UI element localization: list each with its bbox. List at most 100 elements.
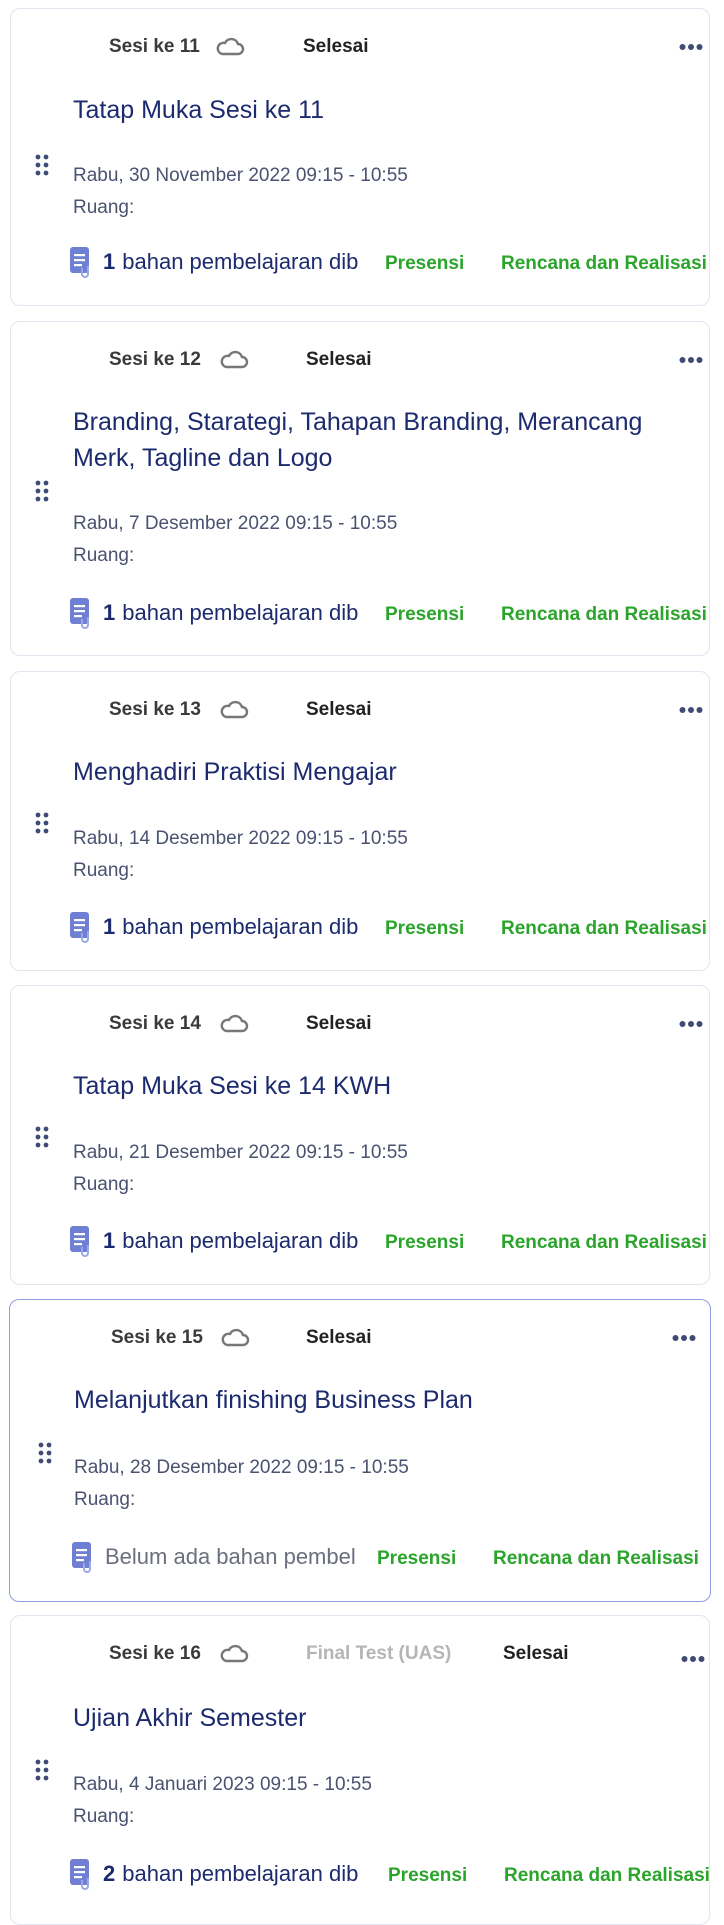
cloud-icon — [219, 700, 249, 720]
session-header: Sesi ke 13 Selesai — [109, 698, 709, 722]
cloud-icon — [220, 1328, 250, 1348]
material-count: 1 — [103, 249, 116, 274]
material-label: bahan pembelajaran dib — [122, 1228, 359, 1253]
material-label: Belum ada bahan pembel — [105, 1544, 356, 1569]
session-card[interactable]: Sesi ke 14 Selesai Tatap Muka Sesi ke 14… — [10, 985, 710, 1285]
material-text: 1 bahan pembelajaran dib — [103, 913, 358, 941]
session-room: Ruang: — [73, 860, 135, 881]
drag-handle-icon[interactable] — [35, 480, 49, 502]
status-label: Selesai — [303, 36, 369, 57]
session-date: Rabu, 30 November 2022 09:15 - 10:55 — [73, 165, 408, 186]
drag-handle-icon[interactable] — [38, 1442, 52, 1464]
document-attachment-icon — [69, 1225, 95, 1257]
session-number: Sesi ke 16 — [109, 1643, 201, 1664]
session-header: Sesi ke 12 Selesai — [109, 348, 709, 372]
session-title[interactable]: Tatap Muka Sesi ke 14 KWH — [73, 1068, 669, 1104]
cloud-icon — [219, 1014, 249, 1034]
material-count: 1 — [103, 1228, 116, 1253]
document-attachment-icon — [69, 911, 95, 943]
cloud-icon — [219, 1644, 249, 1664]
session-date: Rabu, 14 Desember 2022 09:15 - 10:55 — [73, 828, 408, 849]
session-header: Sesi ke 16 Final Test (UAS) Selesai — [109, 1642, 709, 1666]
session-title[interactable]: Tatap Muka Sesi ke 11 — [73, 92, 669, 128]
material-text: Belum ada bahan pembel — [105, 1543, 356, 1571]
material-summary[interactable]: 1 bahan pembelajaran dib — [69, 911, 379, 943]
session-card[interactable]: Sesi ke 15 Selesai Melanjutkan finishing… — [9, 1299, 711, 1602]
session-card[interactable]: Sesi ke 16 Final Test (UAS) Selesai Ujia… — [10, 1615, 710, 1925]
cloud-icon — [219, 350, 249, 370]
more-horizontal-icon[interactable] — [672, 1330, 696, 1341]
more-horizontal-icon[interactable] — [679, 39, 703, 50]
material-summary[interactable]: Belum ada bahan pembel — [71, 1541, 373, 1573]
material-summary[interactable]: 1 bahan pembelajaran dib — [69, 597, 379, 629]
session-type-tag: Final Test (UAS) — [306, 1643, 452, 1664]
material-text: 1 bahan pembelajaran dib — [103, 248, 358, 276]
session-header: Sesi ke 14 Selesai — [109, 1012, 709, 1036]
session-card[interactable]: Sesi ke 13 Selesai Menghadiri Praktisi M… — [10, 671, 710, 971]
material-count: 1 — [103, 914, 116, 939]
status-label: Selesai — [306, 699, 372, 720]
session-header: Sesi ke 15 Selesai — [111, 1326, 710, 1350]
session-number: Sesi ke 15 — [111, 1327, 203, 1348]
session-number: Sesi ke 14 — [109, 1013, 201, 1034]
session-card[interactable]: Sesi ke 12 Selesai Branding, Starategi, … — [10, 321, 710, 656]
rencana-realisasi-link[interactable]: Rencana dan Realisasi — [501, 603, 707, 627]
material-summary[interactable]: 1 bahan pembelajaran dib — [69, 246, 379, 278]
more-horizontal-icon[interactable] — [681, 1651, 705, 1662]
presensi-link[interactable]: Presensi — [377, 1547, 456, 1571]
status-label: Selesai — [306, 1013, 372, 1034]
rencana-realisasi-link[interactable]: Rencana dan Realisasi — [501, 252, 707, 276]
material-summary[interactable]: 2 bahan pembelajaran dib — [69, 1858, 382, 1890]
drag-handle-icon[interactable] — [35, 1759, 49, 1781]
rencana-realisasi-link[interactable]: Rencana dan Realisasi — [501, 917, 707, 941]
material-count: 1 — [103, 600, 116, 625]
status-label: Selesai — [306, 1327, 372, 1348]
drag-handle-icon[interactable] — [35, 812, 49, 834]
material-label: bahan pembelajaran dib — [122, 914, 359, 939]
session-title[interactable]: Branding, Starategi, Tahapan Branding, M… — [73, 404, 669, 476]
status-label: Selesai — [503, 1643, 569, 1664]
session-title[interactable]: Ujian Akhir Semester — [73, 1700, 669, 1736]
presensi-link[interactable]: Presensi — [385, 1231, 464, 1255]
session-number: Sesi ke 11 — [109, 36, 200, 57]
session-title[interactable]: Melanjutkan finishing Business Plan — [74, 1382, 670, 1418]
rencana-realisasi-link[interactable]: Rencana dan Realisasi — [504, 1864, 710, 1888]
session-card[interactable]: Sesi ke 11 Selesai Tatap Muka Sesi ke 11… — [10, 8, 710, 306]
status-label: Selesai — [306, 349, 372, 370]
session-number: Sesi ke 12 — [109, 349, 201, 370]
session-room: Ruang: — [73, 197, 135, 218]
session-date: Rabu, 7 Desember 2022 09:15 - 10:55 — [73, 513, 398, 534]
rencana-realisasi-link[interactable]: Rencana dan Realisasi — [501, 1231, 707, 1255]
more-horizontal-icon[interactable] — [679, 352, 703, 363]
presensi-link[interactable]: Presensi — [385, 252, 464, 276]
session-room: Ruang: — [73, 1174, 135, 1195]
presensi-link[interactable]: Presensi — [388, 1864, 467, 1888]
material-count: 2 — [103, 1861, 116, 1886]
session-header: Sesi ke 11 Selesai — [109, 35, 709, 59]
session-room: Ruang: — [74, 1489, 136, 1510]
rencana-realisasi-link[interactable]: Rencana dan Realisasi — [493, 1547, 699, 1571]
drag-handle-icon[interactable] — [35, 1126, 49, 1148]
document-attachment-icon — [69, 597, 95, 629]
drag-handle-icon[interactable] — [35, 154, 49, 176]
presensi-link[interactable]: Presensi — [385, 603, 464, 627]
session-date: Rabu, 4 Januari 2023 09:15 - 10:55 — [73, 1774, 372, 1795]
session-title[interactable]: Menghadiri Praktisi Mengajar — [73, 754, 669, 790]
material-label: bahan pembelajaran dib — [122, 600, 359, 625]
more-horizontal-icon[interactable] — [679, 702, 703, 713]
more-horizontal-icon[interactable] — [679, 1016, 703, 1027]
document-attachment-icon — [69, 1858, 95, 1890]
session-number: Sesi ke 13 — [109, 699, 201, 720]
document-attachment-icon — [71, 1541, 97, 1573]
material-summary[interactable]: 1 bahan pembelajaran dib — [69, 1225, 379, 1257]
document-attachment-icon — [69, 246, 95, 278]
material-label: bahan pembelajaran dib — [122, 1861, 359, 1886]
session-room: Ruang: — [73, 1806, 135, 1827]
presensi-link[interactable]: Presensi — [385, 917, 464, 941]
session-room: Ruang: — [73, 545, 135, 566]
material-text: 1 bahan pembelajaran dib — [103, 599, 358, 627]
session-date: Rabu, 28 Desember 2022 09:15 - 10:55 — [74, 1457, 409, 1478]
cloud-icon — [215, 37, 245, 57]
session-date: Rabu, 21 Desember 2022 09:15 - 10:55 — [73, 1142, 408, 1163]
material-text: 2 bahan pembelajaran dib — [103, 1860, 358, 1888]
